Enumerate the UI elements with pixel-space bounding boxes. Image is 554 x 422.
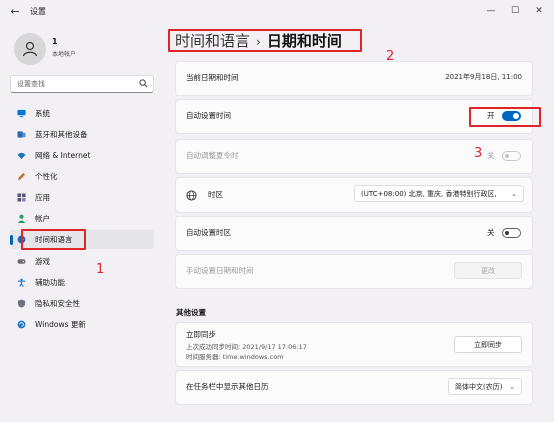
dst-state: 关: [487, 151, 495, 160]
annotation-box-sidebar: [21, 229, 86, 250]
change-button[interactable]: 更改: [454, 262, 522, 279]
account-type: 本地帐户: [52, 51, 77, 58]
annotation-number-1: 1: [96, 262, 105, 277]
sidebar-item-windows-update[interactable]: Windows 更新: [10, 315, 154, 334]
sidebar-item-label: 蓝牙和其他设备: [35, 130, 88, 139]
sidebar-item-system[interactable]: 系统: [10, 104, 154, 123]
accessibility-icon: [17, 278, 26, 287]
sidebar-item-privacy[interactable]: 隐私和安全性: [10, 294, 154, 313]
last-sync-text: 上次成功同步时间: 2021/9/17 17:06:17: [186, 343, 307, 351]
dst-toggle[interactable]: [502, 151, 521, 161]
annotation-number-2: 2: [386, 49, 395, 64]
sync-row: 立即同步 上次成功同步时间: 2021/9/17 17:06:17 时间服务器:…: [175, 322, 533, 367]
annotation-number-3: 3: [474, 146, 483, 161]
current-datetime-value: 2021年9月18日, 11:00: [445, 73, 522, 81]
bluetooth-icon: [17, 131, 26, 138]
sidebar-item-gaming[interactable]: 游戏: [10, 252, 154, 271]
user-name: 1: [52, 37, 58, 46]
annotation-box-breadcrumb: [168, 29, 362, 52]
dst-label: 自动调整夏令时: [186, 151, 239, 160]
auto-timezone-row: 自动设置时区 关: [175, 216, 533, 251]
person-icon: [17, 214, 26, 223]
sidebar-item-label: 应用: [35, 193, 50, 202]
update-icon: [17, 320, 26, 329]
calendar-dropdown[interactable]: 简体中文(农历) ⌄: [448, 378, 522, 395]
search-icon: [139, 79, 148, 88]
timezone-icon: [186, 190, 197, 201]
pen-icon: [17, 172, 26, 181]
timezone-dropdown[interactable]: (UTC+08:00) 北京, 重庆, 香港特别行政区, ⌄: [354, 185, 524, 202]
sidebar-item-accessibility[interactable]: 辅助功能: [10, 273, 154, 292]
manual-datetime-label: 手动设置日期和时间: [186, 266, 254, 275]
sync-title: 立即同步: [186, 330, 216, 339]
timezone-value: (UTC+08:00) 北京, 重庆, 香港特别行政区,: [361, 190, 497, 198]
calendar-value: 简体中文(农历): [455, 383, 503, 391]
timezone-label: 时区: [208, 190, 223, 199]
auto-timezone-toggle[interactable]: [502, 228, 521, 238]
sidebar-item-label: 辅助功能: [35, 278, 65, 287]
current-datetime-row: 当前日期和时间 2021年9月18日, 11:00: [175, 61, 533, 96]
calendar-row: 在任务栏中显示其他日历 简体中文(农历) ⌄: [175, 370, 533, 405]
calendar-label: 在任务栏中显示其他日历: [186, 382, 269, 391]
search-input[interactable]: 设置查找: [10, 75, 154, 93]
shield-icon: [17, 299, 26, 308]
close-button[interactable]: ✕: [532, 4, 546, 18]
sidebar-item-label: 系统: [35, 109, 50, 118]
sidebar-item-label: 网络 & Internet: [35, 151, 91, 160]
chevron-down-icon: ⌄: [511, 190, 517, 198]
sidebar-item-network[interactable]: 网络 & Internet: [10, 146, 154, 165]
auto-timezone-state: 关: [487, 228, 495, 237]
minimize-button[interactable]: —: [484, 4, 498, 18]
annotation-box-toggle: [469, 107, 541, 127]
sidebar-item-label: 帐户: [35, 214, 50, 223]
sidebar-item-personalization[interactable]: 个性化: [10, 167, 154, 186]
search-placeholder: 设置查找: [17, 80, 45, 88]
sidebar-item-label: 游戏: [35, 257, 50, 266]
sidebar-item-apps[interactable]: 应用: [10, 188, 154, 207]
auto-timezone-label: 自动设置时区: [186, 228, 231, 237]
manual-datetime-row: 手动设置日期和时间 更改: [175, 254, 533, 289]
game-icon: [17, 259, 26, 264]
sidebar-item-label: Windows 更新: [35, 320, 86, 329]
section-heading: 其他设置: [176, 308, 206, 317]
sidebar-item-label: 个性化: [35, 172, 58, 181]
maximize-button[interactable]: ☐: [508, 4, 522, 18]
chevron-down-icon: ⌄: [509, 383, 515, 391]
auto-time-label: 自动设置时间: [186, 111, 231, 120]
sidebar-item-accounts[interactable]: 帐户: [10, 209, 154, 228]
active-indicator: [10, 235, 13, 245]
title-bar: ← 设置 — ☐ ✕: [0, 0, 554, 24]
back-button[interactable]: ←: [8, 5, 22, 19]
wifi-icon: [17, 152, 26, 160]
timezone-row: 时区 (UTC+08:00) 北京, 重庆, 香港特别行政区, ⌄: [175, 177, 533, 213]
settings-window: ← 设置 — ☐ ✕ 1 本地帐户 设置查找 系统 蓝牙和其他设备 网络 & I…: [0, 0, 554, 422]
current-datetime-label: 当前日期和时间: [186, 73, 239, 82]
sync-now-button[interactable]: 立即同步: [454, 336, 522, 353]
avatar[interactable]: [14, 33, 46, 65]
time-server-text: 时间服务器: time.windows.com: [186, 353, 284, 361]
person-icon: [22, 41, 38, 57]
app-title: 设置: [30, 7, 46, 16]
apps-icon: [17, 193, 26, 202]
monitor-icon: [17, 109, 26, 118]
sidebar-item-label: 隐私和安全性: [35, 299, 80, 308]
sidebar-item-bluetooth[interactable]: 蓝牙和其他设备: [10, 125, 154, 144]
